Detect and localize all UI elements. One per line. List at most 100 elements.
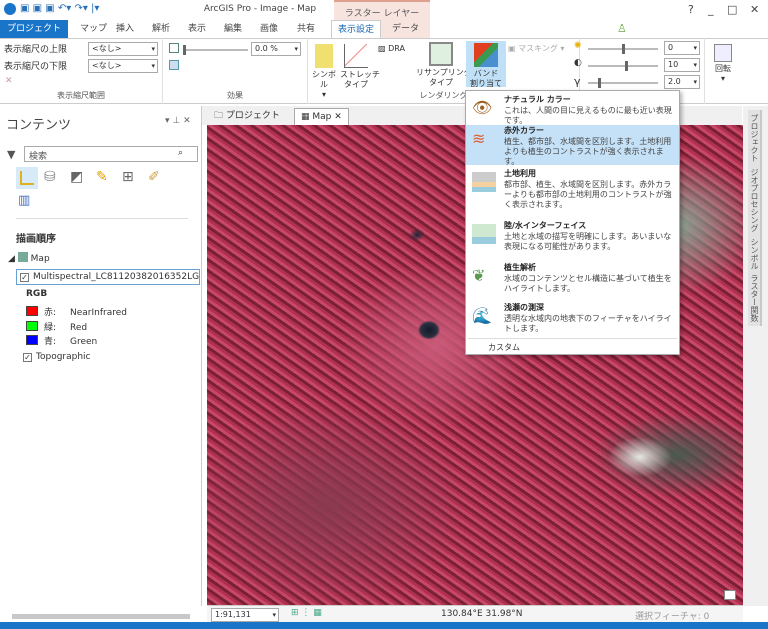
resampling-type-button[interactable]: リサンプリング タイプ xyxy=(416,42,472,88)
side-tab-raster-functions[interactable]: ラスター関数 xyxy=(748,270,762,326)
gamma-input[interactable]: 2.0 xyxy=(664,75,700,89)
selected-features-count[interactable]: 選択フィーチャ: 0 xyxy=(635,609,709,622)
contrast-slider[interactable] xyxy=(588,61,658,71)
brightness-slider[interactable] xyxy=(588,44,658,54)
clear-scale-icon[interactable]: ✕ xyxy=(5,76,13,86)
city-icon xyxy=(472,172,496,192)
side-tab-symbology[interactable]: シンボル xyxy=(748,234,762,274)
group-label: 表示縮尺範囲 xyxy=(57,91,105,100)
notification-icon[interactable] xyxy=(724,590,736,600)
side-tab-geoprocessing[interactable]: ジオプロセシング xyxy=(748,164,762,236)
group-label: 効果 xyxy=(227,91,243,100)
symbology-icon xyxy=(315,44,333,68)
filter-icon[interactable]: ▼ xyxy=(7,148,15,161)
search-placeholder: 検索 xyxy=(29,152,48,162)
charts-tab-icon[interactable]: ▥ xyxy=(18,193,30,208)
scale-dropdown[interactable]: 1:91,131 xyxy=(211,608,279,622)
drawing-order-heading: 描画順序 xyxy=(16,234,56,245)
coordinates-readout: 130.84°E 31.98°N xyxy=(441,609,523,619)
min-scale-label: 表示縮尺の下限 xyxy=(4,62,68,72)
labeling-tab-icon[interactable]: ✐ xyxy=(148,169,160,185)
tab-appearance[interactable]: 表示設定 xyxy=(331,20,382,38)
tab-insert[interactable]: 挿入 xyxy=(110,20,140,38)
band-blue: 青: Green xyxy=(26,334,97,347)
side-tab-project[interactable]: プロジェクト xyxy=(748,110,762,166)
snapping-tab-icon[interactable]: ⊞ xyxy=(122,169,134,185)
basemap-node[interactable]: ✓ Topographic xyxy=(23,352,91,362)
search-icon[interactable]: ⌕ xyxy=(178,148,183,158)
map-icon xyxy=(17,252,28,262)
menu-item-land-use[interactable]: 土地利用 都市部、植生、水域間を区別します。赤外カラーよりも都市部の土地利用のコン… xyxy=(466,168,679,218)
layer-checkbox[interactable]: ✓ xyxy=(20,273,29,282)
brightness-icon: ✺ xyxy=(574,41,582,51)
band-combination-menu: 👁 ナチュラル カラー これは、人間の目に見えるものに最も近い表現です。 ≋ 赤外カラ… xyxy=(465,90,680,355)
band-icon xyxy=(474,43,498,67)
tab-share[interactable]: 共有 xyxy=(291,20,321,38)
window-title: ArcGIS Pro - Image - Map xyxy=(203,4,317,14)
help-button[interactable]: ? xyxy=(688,3,694,16)
menu-item-natural-color[interactable]: 👁 ナチュラル カラー これは、人間の目に見えるものに最も近い表現です。 xyxy=(466,94,679,125)
side-pane-tabs: プロジェクト ジオプロセシング シンボル ラスター関数 xyxy=(743,106,768,606)
tab-project[interactable]: プロジェクト xyxy=(0,20,68,38)
transparency-icon xyxy=(169,43,179,53)
tab-analysis[interactable]: 解析 xyxy=(146,20,176,38)
rotate-button[interactable]: 回転 ▾ xyxy=(708,44,738,84)
menu-item-land-water[interactable]: 陸/水インターフェイス 土地と水域の描写を明確にします。あいまいな表現になる可能性… xyxy=(466,220,679,260)
gamma-slider[interactable] xyxy=(588,78,658,88)
tab-imagery[interactable]: 画像 xyxy=(254,20,284,38)
contents-title: コンテンツ xyxy=(6,118,72,133)
menu-item-bathymetric[interactable]: 🌊 浅瀬の測深 透明な水域内の地表下のフィーチャをハイライトします。 xyxy=(466,302,679,342)
layer-name: Multispectral_LC81120382016352LGN00 xyxy=(33,272,200,282)
band-green: 緑: Red xyxy=(26,320,87,333)
contrast-icon: ◐ xyxy=(574,58,582,68)
stretch-type-button[interactable]: ストレッチ タイプ xyxy=(340,44,380,90)
drawing-order-tab[interactable] xyxy=(16,167,38,189)
heat-icon: ≋ xyxy=(472,129,486,148)
scale-range-group: 表示縮尺の上限 <なし> 表示縮尺の下限 <なし> ✕ 表示縮尺範囲 xyxy=(0,38,163,104)
tab-map-view[interactable]: ▦ Map ✕ xyxy=(294,108,349,125)
menu-item-vegetation[interactable]: ❦ 植生解析 水域のコンテンツとセル構造に基づいて植生をハイライトします。 xyxy=(466,262,679,302)
divider xyxy=(16,218,188,219)
status-tool-icons[interactable]: ⊞ ⋮ ▦ xyxy=(291,608,322,618)
menu-divider xyxy=(468,338,677,339)
contents-pane: コンテンツ ▾ ⊥ ✕ ▼ 検索 ⌕ ⛁ ◩ ✎ ⊞ ✐ ▥ 描画順序 ◢ Ma… xyxy=(0,106,202,619)
list-icon xyxy=(20,171,34,185)
maximize-button[interactable]: □ xyxy=(727,3,737,16)
data-source-tab-icon[interactable]: ⛁ xyxy=(44,169,56,185)
horizontal-scrollbar[interactable] xyxy=(12,614,190,619)
tab-view[interactable]: 表示 xyxy=(182,20,212,38)
max-scale-label: 表示縮尺の上限 xyxy=(4,45,68,55)
menu-item-color-infrared[interactable]: ≋ 赤外カラー 植生、都市部、水域間を区別します。土地利用よりも植生のコントラストが… xyxy=(466,125,679,166)
rotate-icon xyxy=(714,44,732,62)
gamma-icon: γ xyxy=(574,75,581,88)
brightness-input[interactable]: 0 xyxy=(664,41,700,55)
pane-options-icons[interactable]: ▾ ⊥ ✕ xyxy=(165,116,191,126)
user-icon[interactable]: ♙ xyxy=(617,22,627,35)
map-node[interactable]: ◢ Map xyxy=(8,252,50,264)
swipe-icon[interactable] xyxy=(169,60,179,70)
close-button[interactable]: ✕ xyxy=(750,3,759,16)
max-scale-dropdown[interactable]: <なし> xyxy=(88,42,158,56)
quick-access-icons[interactable]: ▣ ▣ ▣ ↶▾ ↷▾ |▾ xyxy=(20,3,99,14)
contrast-input[interactable]: 10 xyxy=(664,58,700,72)
min-scale-dropdown[interactable]: <なし> xyxy=(88,59,158,73)
leaf-icon: ❦ xyxy=(472,266,486,285)
transparency-input[interactable]: 0.0 % xyxy=(251,42,301,56)
band-combination-button[interactable]: バンド 割り当て xyxy=(466,41,506,88)
tab-data[interactable]: データ xyxy=(386,20,425,38)
search-input[interactable]: 検索 ⌕ xyxy=(24,146,198,162)
stretch-icon xyxy=(344,44,368,68)
transparency-slider[interactable] xyxy=(183,45,248,55)
masking-button[interactable]: ▣ マスキング ▾ xyxy=(508,44,570,54)
minimize-button[interactable]: _ xyxy=(708,3,714,16)
band-red: 赤: NearInfrared xyxy=(26,305,127,318)
dra-button[interactable]: ▨ DRA xyxy=(378,44,414,54)
app-icon xyxy=(4,3,16,15)
tab-edit[interactable]: 編集 xyxy=(218,20,248,38)
editing-tab-icon[interactable]: ✎ xyxy=(96,169,108,185)
tab-map[interactable]: マップ xyxy=(74,20,113,38)
selection-tab-icon[interactable]: ◩ xyxy=(70,169,83,185)
menu-item-custom[interactable]: カスタム xyxy=(488,342,520,353)
layer-node[interactable]: ✓ Multispectral_LC81120382016352LGN00 xyxy=(16,269,200,285)
tab-project-view[interactable]: 🗀 プロジェクト xyxy=(208,108,286,125)
